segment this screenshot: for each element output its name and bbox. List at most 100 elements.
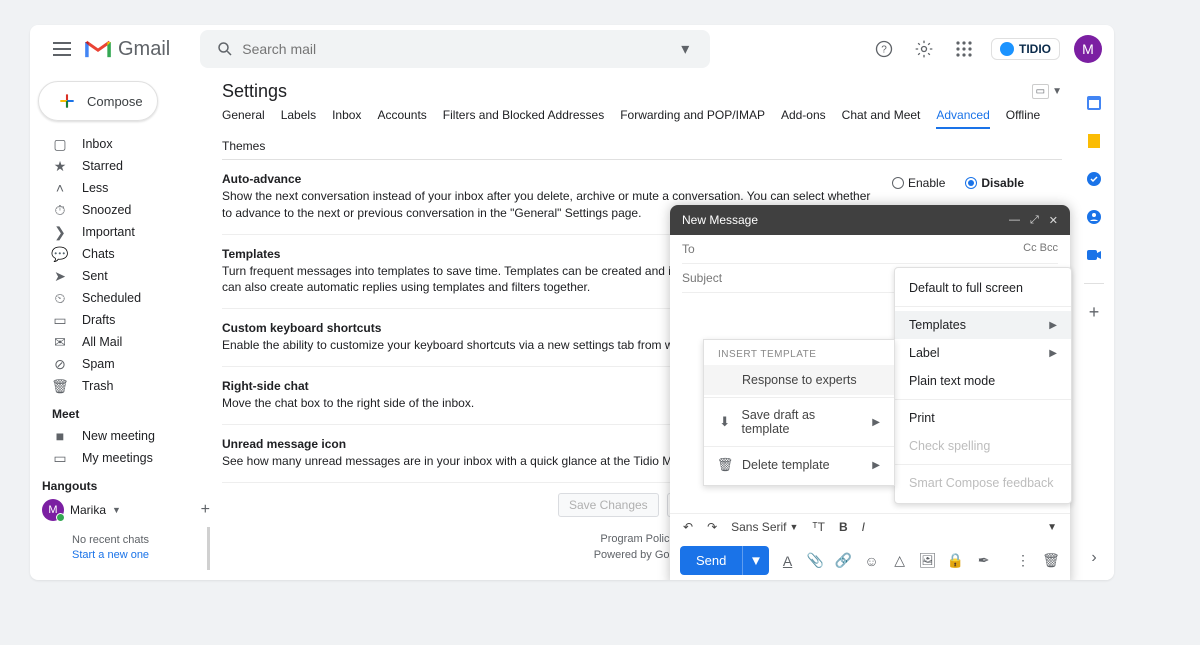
contacts-icon[interactable]	[1084, 207, 1104, 227]
delete-template[interactable]: 🗑Delete template▶	[704, 449, 894, 481]
option-label: Enable	[908, 176, 945, 190]
tidio-badge[interactable]: TIDIO	[991, 38, 1060, 60]
menu-button[interactable]	[42, 29, 82, 69]
settings-gear-icon[interactable]	[911, 36, 937, 62]
tab-inbox[interactable]: Inbox	[332, 108, 361, 123]
image-icon[interactable]: 🖼	[919, 552, 937, 569]
compose-button[interactable]: Compose	[38, 81, 158, 121]
tasks-icon[interactable]	[1084, 169, 1104, 189]
sidebar-item-new-meeting[interactable]: ■New meeting	[30, 425, 222, 447]
gmail-logo[interactable]: Gmail	[84, 38, 170, 61]
disable-option[interactable]: Disable	[965, 176, 1024, 190]
tab-themes[interactable]: Themes	[222, 139, 265, 153]
bold-icon[interactable]: B	[836, 520, 851, 534]
menu-templates[interactable]: Templates▶	[895, 311, 1071, 339]
tab-labels[interactable]: Labels	[281, 108, 316, 123]
search-icon[interactable]	[208, 40, 242, 58]
emoji-icon[interactable]: ☺	[863, 553, 881, 569]
compose-titlebar[interactable]: New Message — ⤢ ✕	[670, 205, 1070, 235]
tab-add-ons[interactable]: Add-ons	[781, 108, 826, 123]
phone-icon[interactable]: ✆	[130, 578, 143, 580]
sidebar-item-all-mail[interactable]: ✉All Mail	[30, 331, 222, 353]
to-field[interactable]: To Cc Bcc	[682, 235, 1058, 264]
tab-general[interactable]: General	[222, 108, 265, 123]
calendar-icon[interactable]	[1084, 93, 1104, 113]
sidebar-item-scheduled[interactable]: ⏲Scheduled	[30, 287, 222, 309]
hangouts-add-icon[interactable]: +	[201, 501, 210, 519]
account-avatar[interactable]: M	[1074, 35, 1102, 63]
save-draft-as-template[interactable]: ⬇Save draft as template▶	[704, 400, 894, 444]
template-insert-item[interactable]: Response to experts	[704, 365, 894, 395]
sidebar-item-drafts[interactable]: ▭Drafts	[30, 309, 222, 331]
format-expand-caret[interactable]: ▼	[1044, 522, 1060, 533]
nav-label: Trash	[82, 379, 114, 393]
radio-icon[interactable]	[892, 177, 904, 189]
send-options-caret[interactable]: ▼	[742, 546, 768, 575]
font-select[interactable]: Sans Serif▼	[728, 520, 801, 534]
close-icon[interactable]: ✕	[1049, 214, 1058, 227]
collapse-rail-icon[interactable]: ›	[1084, 548, 1104, 568]
menu-plaintext[interactable]: Plain text mode	[895, 367, 1071, 395]
more-options-icon[interactable]: ⋮	[1014, 552, 1032, 569]
sidebar-item-snoozed[interactable]: ⏱Snoozed	[30, 199, 222, 221]
help-icon[interactable]: ?	[871, 36, 897, 62]
bcc-link[interactable]: Bcc	[1040, 242, 1058, 254]
sidebar-item-my-meetings[interactable]: ▭My meetings	[30, 447, 222, 469]
sidebar-item-trash[interactable]: 🗑Trash	[30, 375, 222, 397]
search-bar[interactable]: ▾	[200, 30, 710, 68]
radio-icon[interactable]	[965, 177, 977, 189]
sidebar-item-spam[interactable]: ⊘Spam	[30, 353, 222, 375]
sidebar-item-important[interactable]: ❯Important	[30, 221, 222, 243]
menu-print[interactable]: Print	[895, 404, 1071, 432]
meet-rail-icon[interactable]	[1084, 245, 1104, 265]
attach-icon[interactable]: 📎	[807, 552, 825, 569]
compose-window: New Message — ⤢ ✕ To Cc Bcc Subject ↶ ↷ …	[670, 205, 1070, 580]
hangouts-start-link[interactable]: Start a new one	[72, 548, 207, 563]
signature-icon[interactable]: ✒	[975, 552, 993, 569]
tab-forwarding-and-pop-imap[interactable]: Forwarding and POP/IMAP	[620, 108, 765, 123]
add-addon-icon[interactable]: +	[1084, 302, 1104, 322]
minimize-icon[interactable]: —	[1009, 214, 1020, 227]
sidebar-item-inbox[interactable]: ▢Inbox	[30, 133, 222, 155]
nav-icon: ˄	[52, 180, 68, 196]
tab-advanced[interactable]: Advanced	[936, 108, 989, 129]
format-toolbar: ↶ ↷ Sans Serif▼ ᵀT B I ▼ Default to full…	[670, 513, 1070, 540]
plus-icon	[57, 91, 77, 111]
confidential-icon[interactable]: 🔒	[947, 552, 965, 569]
cc-link[interactable]: Cc	[1023, 242, 1036, 254]
search-input[interactable]	[242, 41, 668, 57]
redo-icon[interactable]: ↷	[704, 520, 720, 534]
sidebar-item-sent[interactable]: ➤Sent	[30, 265, 222, 287]
menu-label: Templates	[909, 318, 966, 332]
hangouts-username: Marika	[70, 503, 106, 517]
save-changes-button[interactable]: Save Changes	[558, 493, 659, 517]
drive-icon[interactable]: △	[891, 552, 909, 569]
send-button[interactable]: Send	[680, 546, 742, 575]
caret-down-icon[interactable]: ▼	[112, 505, 121, 515]
person-icon[interactable]: ◉	[86, 578, 100, 580]
language-switch[interactable]: ▭▼	[1032, 84, 1062, 99]
formatting-icon[interactable]: A	[779, 553, 797, 569]
apps-grid-icon[interactable]	[951, 36, 977, 62]
tab-accounts[interactable]: Accounts	[377, 108, 426, 123]
italic-icon[interactable]: I	[859, 520, 868, 534]
sidebar-item-less[interactable]: ˄Less	[30, 177, 222, 199]
tab-chat-and-meet[interactable]: Chat and Meet	[842, 108, 921, 123]
hangouts-user-row[interactable]: M Marika ▼ +	[42, 499, 210, 521]
font-size-icon[interactable]: ᵀT	[809, 520, 828, 534]
setting-name: Auto-advance	[222, 172, 876, 188]
keep-icon[interactable]	[1084, 131, 1104, 151]
tab-offline[interactable]: Offline	[1006, 108, 1040, 123]
fullscreen-icon[interactable]: ⤢	[1030, 214, 1039, 227]
sidebar-item-chats[interactable]: 💬Chats	[30, 243, 222, 265]
nav-icon: ⏱	[52, 202, 68, 218]
undo-icon[interactable]: ↶	[680, 520, 696, 534]
discard-icon[interactable]: 🗑	[1042, 552, 1060, 569]
search-options-caret[interactable]: ▾	[668, 39, 702, 59]
menu-default-fullscreen[interactable]: Default to full screen	[895, 274, 1071, 302]
link-icon[interactable]: 🔗	[835, 552, 853, 569]
sidebar-item-starred[interactable]: ★Starred	[30, 155, 222, 177]
tab-filters-and-blocked-addresses[interactable]: Filters and Blocked Addresses	[443, 108, 604, 123]
enable-option[interactable]: Enable	[892, 176, 945, 190]
menu-label-item[interactable]: Label▶	[895, 339, 1071, 367]
